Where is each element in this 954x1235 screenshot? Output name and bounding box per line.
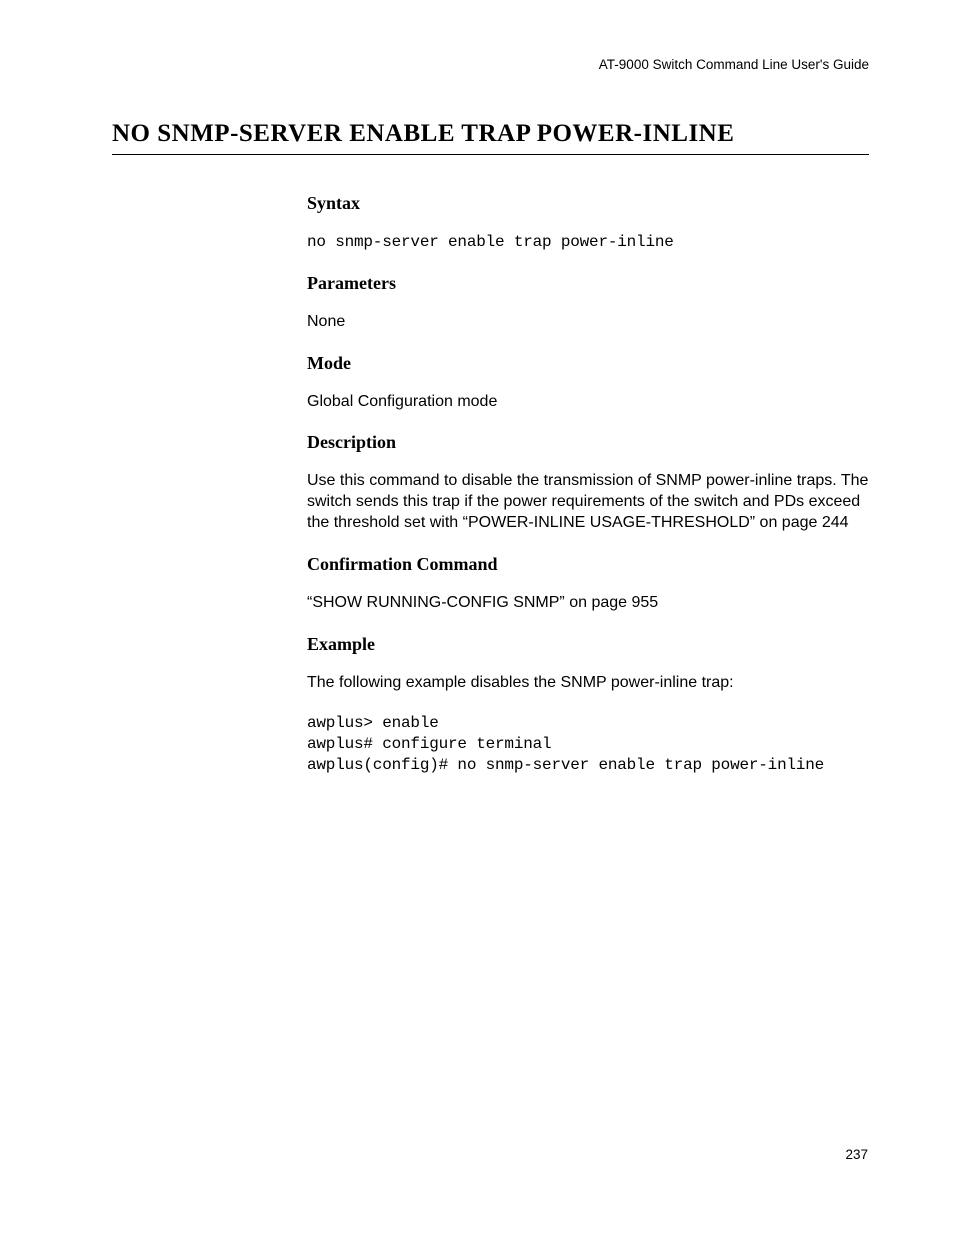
- example-heading: Example: [307, 634, 869, 655]
- confirmation-heading: Confirmation Command: [307, 554, 869, 575]
- content-area: Syntax no snmp-server enable trap power-…: [307, 193, 869, 776]
- syntax-heading: Syntax: [307, 193, 869, 214]
- parameters-text: None: [307, 312, 869, 333]
- syntax-code: no snmp-server enable trap power-inline: [307, 232, 869, 253]
- example-code: awplus> enable awplus# configure termina…: [307, 713, 869, 775]
- mode-text: Global Configuration mode: [307, 392, 869, 413]
- page-number: 237: [845, 1147, 868, 1162]
- header-guide-title: AT-9000 Switch Command Line User's Guide: [112, 57, 869, 72]
- page-title: NO SNMP-SERVER ENABLE TRAP POWER-INLINE: [112, 120, 869, 155]
- parameters-heading: Parameters: [307, 273, 869, 294]
- description-text: Use this command to disable the transmis…: [307, 471, 869, 533]
- description-heading: Description: [307, 432, 869, 453]
- example-text: The following example disables the SNMP …: [307, 673, 869, 694]
- confirmation-text: “SHOW RUNNING-CONFIG SNMP” on page 955: [307, 593, 869, 614]
- document-page: AT-9000 Switch Command Line User's Guide…: [0, 0, 954, 776]
- mode-heading: Mode: [307, 353, 869, 374]
